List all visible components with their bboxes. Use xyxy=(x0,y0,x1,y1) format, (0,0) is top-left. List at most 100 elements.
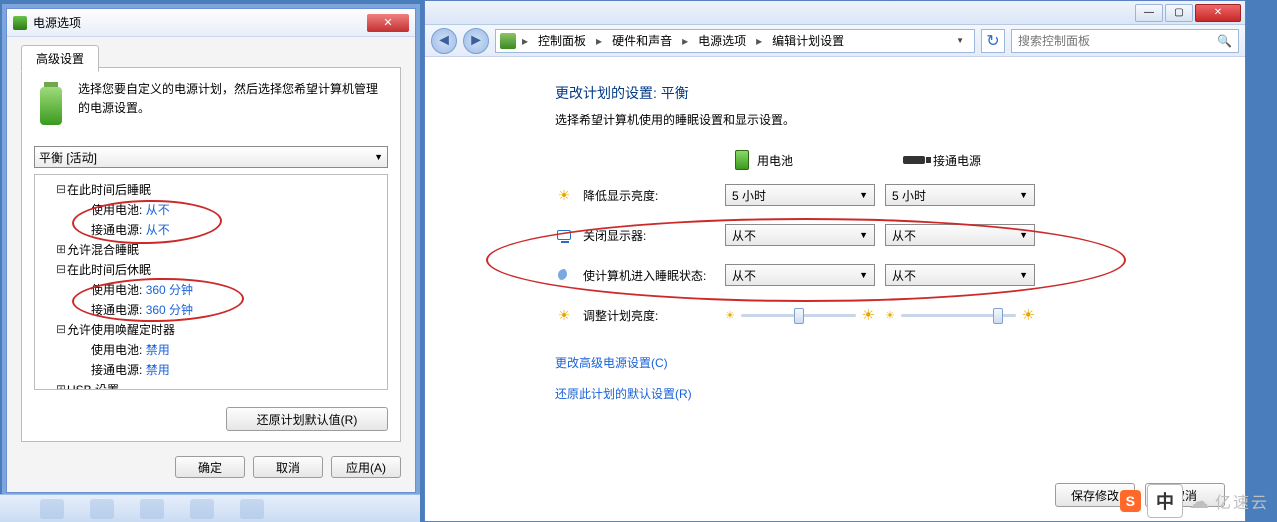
tab-advanced-settings[interactable]: 高级设置 xyxy=(21,45,99,72)
tree-row[interactable]: 接通电源: 禁用 xyxy=(37,359,385,379)
chevron-down-icon: ▼ xyxy=(1019,230,1028,240)
cancel-button[interactable]: 取消 xyxy=(253,456,323,478)
chevron-down-icon: ▼ xyxy=(859,190,868,200)
off-plugged-select[interactable]: 从不▼ xyxy=(885,224,1035,246)
collapse-icon[interactable]: ⊟ xyxy=(55,262,67,276)
crumb-edit[interactable]: 编辑计划设置 xyxy=(768,30,848,51)
crumb-cp[interactable]: 控制面板 xyxy=(534,30,590,51)
close-button[interactable]: ✕ xyxy=(1195,4,1241,22)
dialog-titlebar[interactable]: 电源选项 ✕ xyxy=(7,9,415,37)
refresh-button[interactable]: ↻ xyxy=(981,29,1005,53)
sun-icon: ☀ xyxy=(555,306,573,324)
sun-icon: ☀ xyxy=(555,186,573,204)
expand-icon[interactable]: ⊞ xyxy=(55,242,67,256)
taskbar-icon[interactable] xyxy=(190,499,214,519)
plug-icon xyxy=(903,156,925,164)
dim-battery-select[interactable]: 5 小时▼ xyxy=(725,184,875,206)
link-restore-defaults[interactable]: 还原此计划的默认设置(R) xyxy=(555,385,1225,402)
tree-row[interactable]: 使用电池: 360 分钟 xyxy=(37,279,385,299)
taskbar-icon[interactable] xyxy=(90,499,114,519)
sun-small-icon: ☀ xyxy=(885,309,895,322)
links-area: 更改高级电源设置(C) 还原此计划的默认设置(R) xyxy=(555,354,1225,402)
row-label: 调整计划亮度: xyxy=(583,307,715,324)
sun-large-icon: ☀ xyxy=(1022,306,1035,324)
brightness-battery-slider[interactable]: ☀ ☀ xyxy=(725,304,875,326)
sogou-logo: S xyxy=(1120,490,1141,512)
tree-sleep-after[interactable]: ⊟在此时间后睡眠 xyxy=(37,179,385,199)
row-label: 降低显示亮度: xyxy=(583,187,715,204)
chevron-down-icon[interactable]: ▼ xyxy=(950,36,970,45)
sun-large-icon: ☀ xyxy=(862,306,875,324)
sleep-battery-select[interactable]: 从不▼ xyxy=(725,264,875,286)
page-title: 更改计划的设置: 平衡 xyxy=(555,83,1225,103)
battery-icon xyxy=(13,16,27,30)
close-button[interactable]: ✕ xyxy=(367,14,409,32)
forward-button[interactable]: ► xyxy=(463,28,489,54)
chevron-down-icon: ▼ xyxy=(374,152,383,162)
tree-row[interactable]: 接通电源: 从不 xyxy=(37,219,385,239)
search-input[interactable] xyxy=(1018,34,1217,48)
chevron-down-icon: ▼ xyxy=(1019,270,1028,280)
dim-plugged-select[interactable]: 5 小时▼ xyxy=(885,184,1035,206)
brightness-plugged-slider[interactable]: ☀ ☀ xyxy=(885,304,1035,326)
chevron-down-icon: ▼ xyxy=(859,270,868,280)
apply-button[interactable]: 应用(A) xyxy=(331,456,401,478)
collapse-icon[interactable]: ⊟ xyxy=(55,322,67,336)
row-sleep: 使计算机进入睡眠状态: 从不▼ 从不▼ xyxy=(555,264,1225,286)
dialog-title: 电源选项 xyxy=(33,14,81,31)
tree-wake-timers[interactable]: ⊟允许使用唤醒定时器 xyxy=(37,319,385,339)
nav-toolbar: ◄ ► ▸控制面板 ▸硬件和声音 ▸电源选项 ▸编辑计划设置 ▼ ↻ 🔍 xyxy=(425,25,1245,57)
collapse-icon[interactable]: ⊟ xyxy=(55,182,67,196)
maximize-button[interactable]: ▢ xyxy=(1165,4,1193,22)
sleep-plugged-select[interactable]: 从不▼ xyxy=(885,264,1035,286)
tree-row[interactable]: 使用电池: 从不 xyxy=(37,199,385,219)
row-label: 使计算机进入睡眠状态: xyxy=(583,267,715,284)
plan-select-value: 平衡 [活动] xyxy=(39,149,97,166)
link-advanced-settings[interactable]: 更改高级电源设置(C) xyxy=(555,354,1225,371)
row-turn-off-display: 关闭显示器: 从不▼ 从不▼ xyxy=(555,224,1225,246)
off-battery-select[interactable]: 从不▼ xyxy=(725,224,875,246)
minimize-button[interactable]: — xyxy=(1135,4,1163,22)
page-subtitle: 选择希望计算机使用的睡眠设置和显示设置。 xyxy=(555,111,1225,128)
ime-zh-badge: 中 xyxy=(1147,484,1183,518)
column-headers: 用电池 接通电源 xyxy=(735,150,1225,170)
yisuyun-text: 亿速云 xyxy=(1215,489,1269,513)
restore-plan-defaults-button[interactable]: 还原计划默认值(R) xyxy=(226,407,388,431)
power-options-advanced-dialog: 电源选项 ✕ 高级设置 选择您要自定义的电源计划，然后选择您希望计算机管理的电源… xyxy=(6,8,416,493)
dialog-description: 选择您要自定义的电源计划，然后选择您希望计算机管理的电源设置。 xyxy=(78,80,388,128)
col-plugged-label: 接通电源 xyxy=(933,152,981,169)
chevron-down-icon: ▼ xyxy=(859,230,868,240)
search-box[interactable]: 🔍 xyxy=(1011,29,1239,53)
row-brightness: ☀ 调整计划亮度: ☀ ☀ ☀ ☀ xyxy=(555,304,1225,326)
window-titlebar[interactable]: — ▢ ✕ xyxy=(425,1,1245,25)
col-battery-label: 用电池 xyxy=(757,152,793,169)
settings-tree[interactable]: ⊟在此时间后睡眠 使用电池: 从不 接通电源: 从不 ⊞允许混合睡眠 ⊟在此时间… xyxy=(34,174,388,390)
search-icon: 🔍 xyxy=(1217,34,1232,48)
watermark-logos: S 中 ☁ 亿速云 xyxy=(1120,484,1269,518)
crumb-pw[interactable]: 电源选项 xyxy=(694,30,750,51)
back-button[interactable]: ◄ xyxy=(431,28,457,54)
tree-hibernate-after[interactable]: ⊟在此时间后休眠 xyxy=(37,259,385,279)
taskbar[interactable] xyxy=(0,494,420,522)
sun-small-icon: ☀ xyxy=(725,309,735,322)
expand-icon[interactable]: ⊞ xyxy=(55,382,67,390)
row-label: 关闭显示器: xyxy=(583,227,715,244)
chevron-down-icon: ▼ xyxy=(1019,190,1028,200)
taskbar-icon[interactable] xyxy=(40,499,64,519)
tree-row[interactable]: 接通电源: 360 分钟 xyxy=(37,299,385,319)
tree-usb-settings[interactable]: ⊞USB 设置 xyxy=(37,379,385,390)
battery-large-icon xyxy=(34,80,68,128)
row-dim-display: ☀ 降低显示亮度: 5 小时▼ 5 小时▼ xyxy=(555,184,1225,206)
taskbar-icon[interactable] xyxy=(240,499,264,519)
tree-row[interactable]: 使用电池: 禁用 xyxy=(37,339,385,359)
page-body: 更改计划的设置: 平衡 选择希望计算机使用的睡眠设置和显示设置。 用电池 接通电… xyxy=(425,57,1245,521)
tab-panel: 选择您要自定义的电源计划，然后选择您希望计算机管理的电源设置。 平衡 [活动] … xyxy=(21,67,401,442)
address-bar[interactable]: ▸控制面板 ▸硬件和声音 ▸电源选项 ▸编辑计划设置 ▼ xyxy=(495,29,975,53)
crumb-hw[interactable]: 硬件和声音 xyxy=(608,30,676,51)
ok-button[interactable]: 确定 xyxy=(175,456,245,478)
power-plan-select[interactable]: 平衡 [活动] ▼ xyxy=(34,146,388,168)
tree-hybrid-sleep[interactable]: ⊞允许混合睡眠 xyxy=(37,239,385,259)
control-panel-icon xyxy=(500,33,516,49)
taskbar-icon[interactable] xyxy=(140,499,164,519)
moon-icon xyxy=(555,266,573,284)
